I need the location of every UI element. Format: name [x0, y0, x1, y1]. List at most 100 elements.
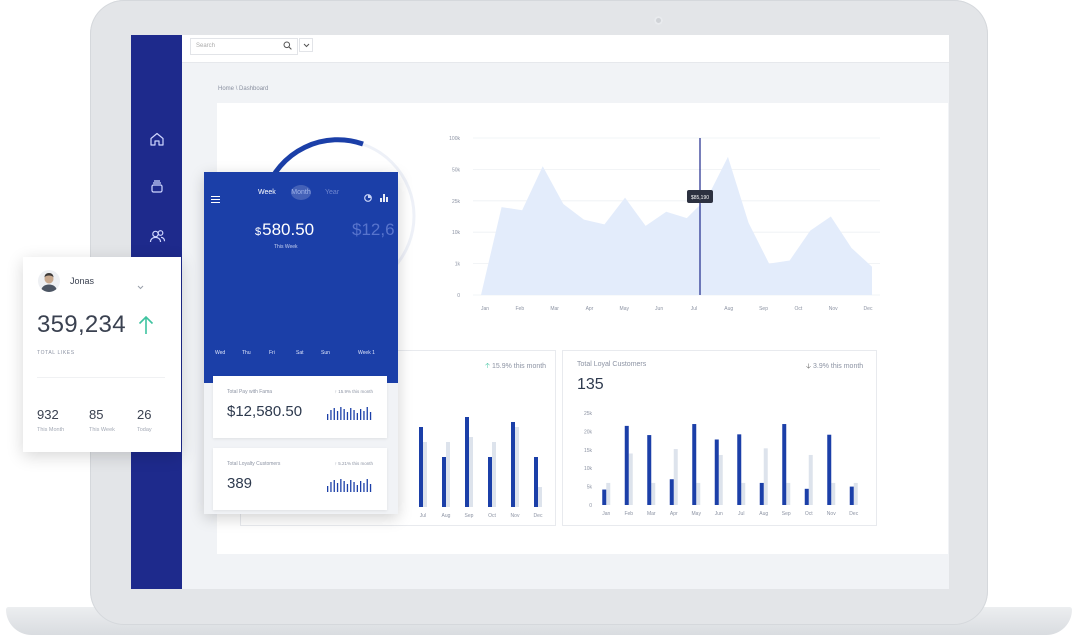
bar-secondary	[831, 482, 836, 505]
breadcrumb-separator: \	[235, 86, 238, 92]
bar-secondary	[515, 427, 519, 507]
currency-symbol: $	[255, 226, 262, 238]
mini-card-change-text: 15.9% this month	[338, 389, 373, 394]
breadcrumb: Home \ Dashboard	[218, 86, 268, 92]
avatar[interactable]	[38, 270, 60, 292]
x-tick-label: Jan	[602, 511, 610, 517]
spark-bar	[343, 481, 345, 492]
camera-icon	[654, 16, 663, 25]
users-icon[interactable]	[145, 224, 169, 248]
bar-primary	[602, 489, 607, 505]
spark-bar	[350, 480, 352, 492]
spark-bar	[346, 412, 349, 420]
revenue-area-chart: 0 1k 10k 25k 50k 100k Jan Feb Mar Apr May Jun Jul Aug…	[449, 136, 880, 312]
tab-week[interactable]: Week	[258, 189, 276, 196]
home-icon[interactable]	[145, 127, 169, 151]
bar-secondary	[853, 482, 858, 505]
x-tick-label: May	[692, 511, 702, 517]
y-tick-label: 100k	[449, 136, 460, 142]
day-label: Thu	[242, 350, 251, 356]
x-tick-label: Jul	[691, 306, 697, 312]
mini-bar-chart	[327, 407, 372, 420]
loyal-card-value: 135	[577, 376, 604, 393]
y-tick-label: 25k	[584, 411, 593, 417]
x-tick-label: Jul	[420, 513, 426, 519]
chevron-down-icon[interactable]	[137, 277, 144, 295]
pie-chart-icon[interactable]	[364, 189, 372, 207]
arrow-up-icon	[138, 315, 154, 340]
total-likes-value: 359,234	[37, 311, 126, 338]
loyal-card-title: Total Loyal Customers	[577, 361, 647, 368]
bar-primary	[827, 434, 832, 505]
y-tick-label: 1k	[455, 262, 461, 268]
mobile-app-overlay: Week Month Year $580.50 This Week $12,6 …	[204, 172, 398, 514]
stat-today-label: Today	[137, 427, 152, 433]
stack-icon[interactable]	[145, 175, 169, 199]
x-tick-label: Sep	[782, 511, 791, 517]
menu-icon[interactable]	[211, 190, 220, 208]
area-series	[481, 156, 872, 295]
x-tick-label: Dec	[849, 511, 858, 517]
x-tick-label: Aug	[759, 511, 768, 517]
spark-bar	[330, 410, 332, 420]
mini-bar-chart	[327, 479, 372, 492]
spark-bar	[353, 482, 355, 492]
day-label: Fri	[269, 350, 275, 356]
mini-card-pay[interactable]: Total Pay with Fama ↑ 15.9% this month $…	[213, 376, 387, 438]
y-tick-label: 25k	[452, 199, 461, 205]
bar-primary	[624, 425, 629, 505]
spark-bar	[327, 486, 329, 492]
spark-bar	[356, 485, 358, 492]
week-amount-label: This Week	[274, 244, 298, 250]
spark-bar	[330, 482, 332, 492]
x-tick-label: Jun	[655, 306, 663, 312]
y-tick-label: 15k	[584, 448, 593, 454]
day-label: Sun	[321, 350, 330, 356]
spark-bar	[336, 483, 339, 492]
tab-month[interactable]: Month	[291, 185, 311, 200]
mini-card-value: $12,580.50	[227, 403, 303, 420]
x-tick-label: Nov	[829, 306, 838, 312]
bar-secondary	[673, 449, 678, 505]
left-bar-chart: Jul Aug Sep Oct Nov Dec	[419, 417, 543, 519]
x-tick-label: Dec	[534, 513, 543, 519]
search-icon[interactable]	[280, 38, 294, 52]
breadcrumb-current: Dashboard	[239, 86, 269, 92]
mini-card-loyalty[interactable]: Total Loyalty Customers ↑ 5.21% this mon…	[213, 448, 387, 510]
spark-bar	[346, 484, 349, 492]
tab-year[interactable]: Year	[325, 189, 339, 196]
x-tick-label: Aug	[724, 306, 733, 312]
spark-bar	[363, 483, 365, 492]
bar-chart-icon[interactable]	[380, 189, 388, 207]
x-tick-label: Jul	[738, 511, 744, 517]
breadcrumb-home[interactable]: Home	[218, 86, 234, 92]
bar-secondary	[763, 448, 768, 505]
x-tick-label: Oct	[488, 513, 496, 519]
x-tick-label: Apr	[586, 306, 594, 312]
bar-secondary	[786, 482, 791, 505]
spark-bar	[340, 407, 342, 420]
bar-secondary	[492, 442, 496, 507]
spark-bar	[360, 409, 362, 420]
tooltip-label: $85,190	[691, 195, 709, 201]
spark-bar	[369, 484, 372, 492]
bar-secondary	[808, 454, 813, 505]
bar-secondary	[538, 487, 542, 507]
mini-card-title: Total Loyalty Customers	[227, 461, 281, 467]
mini-card-change: ↑ 5.21% this month	[334, 461, 373, 466]
x-tick-label: Mar	[647, 511, 656, 517]
spark-bar	[363, 411, 365, 420]
top-bar: Search	[182, 35, 949, 63]
arrow-up-icon: 🡡	[485, 363, 491, 370]
chevron-down-icon[interactable]	[299, 38, 313, 52]
divider	[37, 377, 165, 378]
bar-primary	[419, 427, 423, 507]
spark-bar	[336, 411, 339, 420]
week-amount-value: 580.50	[262, 220, 315, 239]
x-tick-label: May	[620, 306, 630, 312]
spark-bar	[369, 412, 372, 420]
y-tick-label: 20k	[584, 429, 593, 435]
bar-primary	[737, 434, 742, 505]
x-tick-label: Jun	[715, 511, 723, 517]
y-tick-label: 10k	[452, 230, 461, 236]
